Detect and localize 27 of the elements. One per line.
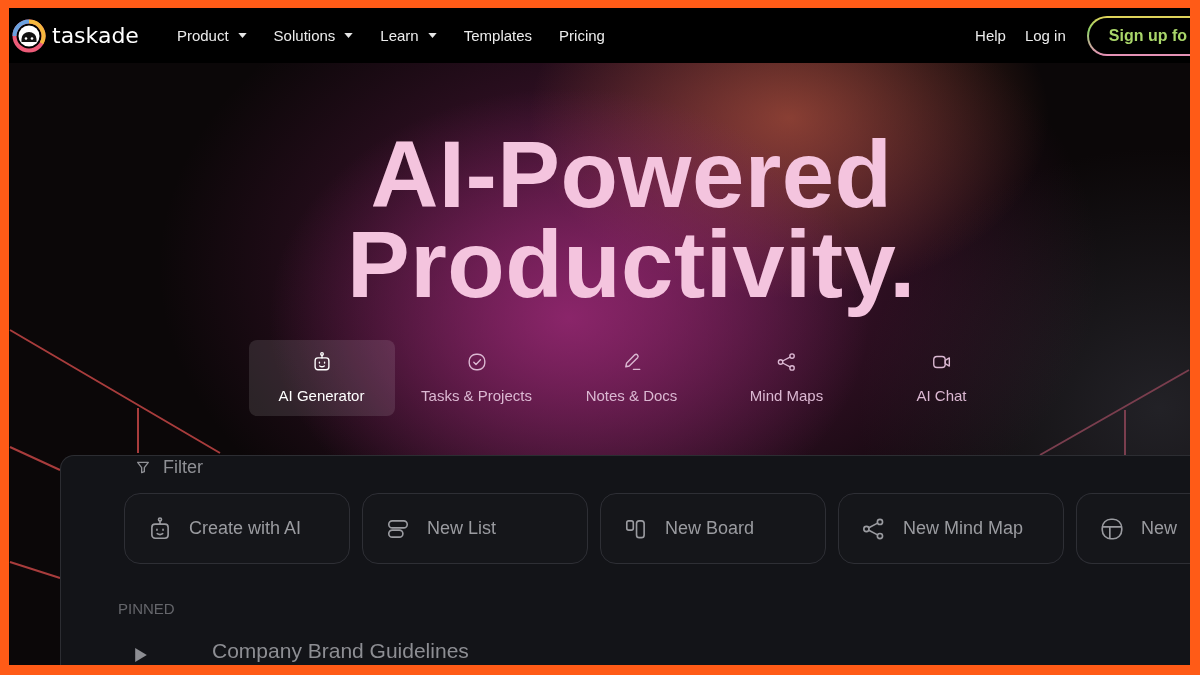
expand-caret-icon[interactable] bbox=[135, 648, 147, 662]
create-button[interactable]: Create with AI bbox=[124, 493, 350, 564]
create-button[interactable]: New Board bbox=[600, 493, 826, 564]
filter-button[interactable]: Filter bbox=[135, 457, 203, 477]
nav-link[interactable]: Templates bbox=[463, 27, 533, 44]
filter-icon bbox=[135, 459, 151, 475]
nav-link[interactable]: Pricing bbox=[559, 27, 605, 44]
feature-tab[interactable]: AI Generator bbox=[248, 340, 395, 416]
feature-tab[interactable]: Tasks & Projects bbox=[403, 340, 550, 416]
create-button[interactable]: New List bbox=[362, 493, 588, 564]
section-label: PINNED bbox=[118, 600, 175, 618]
brand-name[interactable]: taskade bbox=[52, 23, 139, 48]
nav-link[interactable]: Product bbox=[176, 27, 247, 44]
feature-tab[interactable]: AI Chat bbox=[868, 340, 1015, 416]
nav-link[interactable]: Help bbox=[975, 27, 1006, 44]
hero-title: AI-Powered Productivity. bbox=[347, 130, 916, 319]
feature-tab[interactable]: Mind Maps bbox=[713, 340, 860, 416]
nav-link[interactable]: Solutions bbox=[273, 27, 354, 44]
nav-link[interactable]: Learn bbox=[380, 27, 437, 44]
pinned-item[interactable]: Company Brand Guidelines bbox=[135, 639, 469, 663]
logo-icon[interactable] bbox=[12, 18, 46, 53]
create-button[interactable]: New Mind Map bbox=[838, 493, 1064, 564]
nav-link[interactable]: Log in bbox=[1024, 27, 1066, 44]
nodes-icon bbox=[775, 351, 798, 373]
create-button[interactable]: New bbox=[1076, 493, 1190, 564]
feature-tab[interactable]: Notes & Docs bbox=[558, 340, 705, 416]
table-icon bbox=[1099, 515, 1125, 542]
